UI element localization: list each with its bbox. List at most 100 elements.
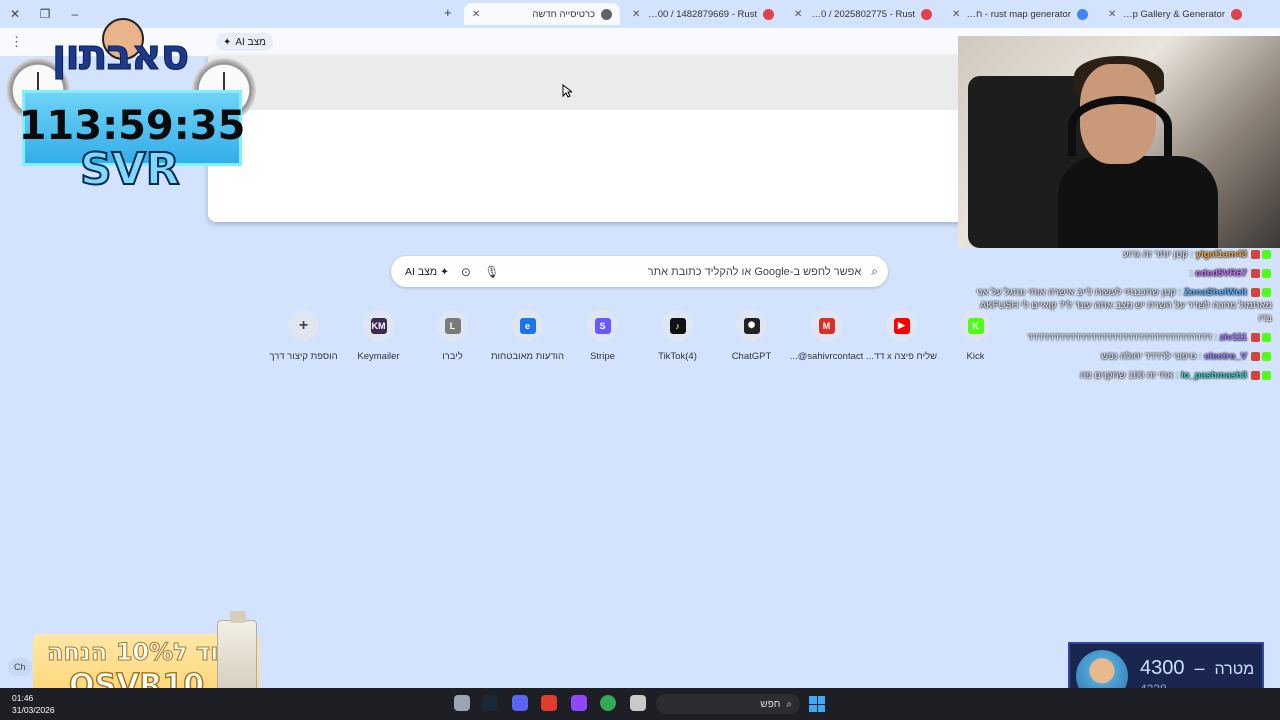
ai-mode-button[interactable]: ✦ מצב AI: [401, 266, 453, 278]
shortcut-tile[interactable]: S: [587, 310, 618, 341]
chat-separator: :: [1187, 249, 1196, 260]
file-explorer-icon[interactable]: [630, 695, 646, 711]
close-tab-icon[interactable]: ✕: [1108, 9, 1116, 20]
shortcut-libro[interactable]: L ליברו: [415, 310, 490, 362]
shortcut-gmail[interactable]: Msahivrcontact@...: [789, 310, 864, 362]
chat-username[interactable]: ziv111: [1220, 332, 1247, 343]
shortcut-tile[interactable]: L: [437, 310, 468, 341]
omnibox-suggestion-row[interactable]: [208, 56, 968, 110]
shortcut-plus[interactable]: + הוספת קיצור דרך: [266, 310, 341, 362]
chat-username[interactable]: ZonaShelWolt: [1184, 287, 1247, 298]
chat-text: אחי זה 100 שחקנים פה: [1080, 370, 1174, 381]
shortcut-stripe[interactable]: S Stripe: [565, 310, 640, 362]
chat-message: lo_pashmash3 : אחי זה 100 שחקנים פה: [972, 369, 1272, 382]
chat-username[interactable]: electro_V: [1204, 351, 1247, 362]
search-placeholder: אפשר לחפש ב-Google או להקליד כתובת אתר: [647, 265, 862, 278]
close-tab-icon[interactable]: ✕: [794, 9, 802, 20]
stream-chat: yigal1am43 : קטן יותר זה גרוע oded5VR67 :…: [972, 248, 1272, 388]
shortcuts-grid: + הוספת קיצור דרך KM Keymailer L ליברו e הודעות…: [266, 310, 991, 370]
youtube-icon: ▶: [893, 317, 910, 334]
windows-start-icon[interactable]: [809, 696, 825, 712]
shortcut-tiktok[interactable]: ♪ (4)TikTok: [640, 310, 715, 362]
chrome-icon[interactable]: [600, 695, 616, 711]
taskbar-search[interactable]: ⌕ חפש: [656, 694, 800, 714]
chat-username[interactable]: yigal1am43: [1196, 249, 1247, 260]
subathon-overlay: סאבתון 113:59:35 SVR: [6, 18, 260, 198]
close-tab-icon[interactable]: ✕: [472, 9, 480, 20]
shortcut-secure-messages[interactable]: e הודעות מאובטחות: [490, 310, 565, 362]
chat-separator: :: [1211, 332, 1220, 343]
chat-text: קטן יותר זה גרוע: [1123, 249, 1188, 260]
shortcut-label: Keymailer: [357, 351, 400, 362]
svr-logo-text: SVR: [79, 143, 181, 196]
shortcut-label: הודעות מאובטחות: [490, 351, 565, 362]
chat-message: ZonaShelWolt : קטן שתכננתי לעשות לייב אי…: [972, 286, 1272, 325]
goal-separator: –: [1194, 657, 1205, 678]
steam-icon[interactable]: [482, 695, 498, 711]
subathon-title: סאבתון: [51, 30, 189, 80]
libro-icon: L: [444, 317, 461, 334]
tab-map-1482879669[interactable]: Map 2500 / 1482879669 - Rust ✕: [624, 3, 782, 25]
webcam-feed: [958, 36, 1280, 248]
shortcut-label: הוספת קיצור דרך: [269, 351, 338, 362]
chat-message: yigal1am43 : קטן יותר זה גרוע: [972, 248, 1272, 261]
google-lens-icon[interactable]: ⊙: [453, 265, 479, 279]
chat-message: electro_V : טיפוני לדדדד יחולה נפש: [972, 350, 1272, 363]
microphone-icon[interactable]: 🎙: [479, 265, 505, 279]
discord-icon[interactable]: [512, 695, 528, 711]
chat-badges: [1250, 369, 1272, 382]
clock-date: 31/03/2026: [12, 705, 55, 715]
chat-text: דדדדדדדדדדדדדדדדדדדדדדדדדדדדדדדדדדד: [1027, 332, 1212, 343]
tab-new-tab[interactable]: כרטיסייה חדשה ✕: [464, 3, 620, 25]
headset-icon: [1068, 96, 1172, 156]
gmail-icon: M: [818, 317, 835, 334]
shortcut-tile[interactable]: KM: [363, 310, 394, 341]
chat-badges: [1250, 286, 1272, 299]
kick-badge-icon: [1251, 287, 1260, 297]
shortcut-label: ליברו: [442, 351, 463, 362]
kick-badge-icon: [1262, 332, 1271, 342]
chat-username[interactable]: oded5VR67: [1195, 268, 1247, 279]
pen-app-icon[interactable]: [454, 695, 470, 711]
kick-badge-icon: [1251, 351, 1260, 361]
shortcut-tile[interactable]: +: [288, 310, 319, 341]
rust-map-favicon-icon: [921, 8, 932, 20]
kick-badge-icon: [1262, 268, 1271, 278]
shortcut-tile[interactable]: ✺: [736, 310, 767, 341]
taskbar-search-label: חפש: [760, 698, 781, 710]
chat-message: ziv111 : דדדדדדדדדדדדדדדדדדדדדדדדדדדדדדד…: [972, 331, 1272, 344]
new-tab-button[interactable]: +: [444, 5, 452, 20]
tab-map-2025802775[interactable]: Map 2500 / 2025802775 - Rust ✕: [786, 3, 940, 25]
chat-separator: :: [1175, 287, 1184, 298]
chatgpt-icon: ✺: [743, 317, 760, 334]
shortcut-keymailer[interactable]: KM Keymailer: [341, 310, 416, 362]
search-icon: ⌕: [871, 264, 878, 278]
shortcut-youtube[interactable]: ▶ שליח פיצה x דד...: [864, 310, 939, 362]
goal-target: 4300: [1140, 656, 1185, 679]
windows-taskbar: 01:46 31/03/2026 ⌕ חפש: [0, 688, 1280, 720]
close-tab-icon[interactable]: ✕: [952, 9, 960, 20]
mouse-cursor-icon: [562, 84, 572, 98]
goal-label: מטרה: [1214, 660, 1255, 678]
kick-badge-icon: [1251, 332, 1260, 342]
ai-mode-button-label: מצב AI: [405, 265, 438, 278]
stripe-icon: S: [594, 317, 611, 334]
shortcut-chatgpt[interactable]: ✺ ChatGPT: [714, 310, 789, 362]
twitch-icon[interactable]: [571, 695, 587, 711]
shortcut-tile[interactable]: M: [811, 310, 842, 341]
close-tab-icon[interactable]: ✕: [632, 9, 640, 20]
shortcut-tile[interactable]: ▶: [886, 310, 917, 341]
kick-badge-icon: [1262, 370, 1271, 380]
system-clock[interactable]: 01:46 31/03/2026: [12, 692, 55, 716]
customize-chrome-chip[interactable]: Ch: [8, 658, 32, 676]
shortcut-label: שליח פיצה x דד...: [865, 351, 938, 362]
shortcut-label: Stripe: [590, 351, 615, 362]
chat-username[interactable]: lo_pashmash3: [1181, 370, 1247, 381]
shortcut-tile[interactable]: ♪: [662, 310, 693, 341]
google-search-box[interactable]: ⌕ אפשר לחפש ב-Google או להקליד כתובת אתר…: [391, 256, 888, 287]
game-app-icon[interactable]: [541, 695, 557, 711]
tab-google-search[interactable]: rust map generator - חיפוש ב-Google ✕: [944, 3, 1096, 25]
kick-badge-icon: [1251, 268, 1260, 278]
tab-rust-map-gallery[interactable]: Rust Map Gallery & Generator ✕: [1100, 3, 1250, 25]
shortcut-tile[interactable]: e: [512, 310, 543, 341]
